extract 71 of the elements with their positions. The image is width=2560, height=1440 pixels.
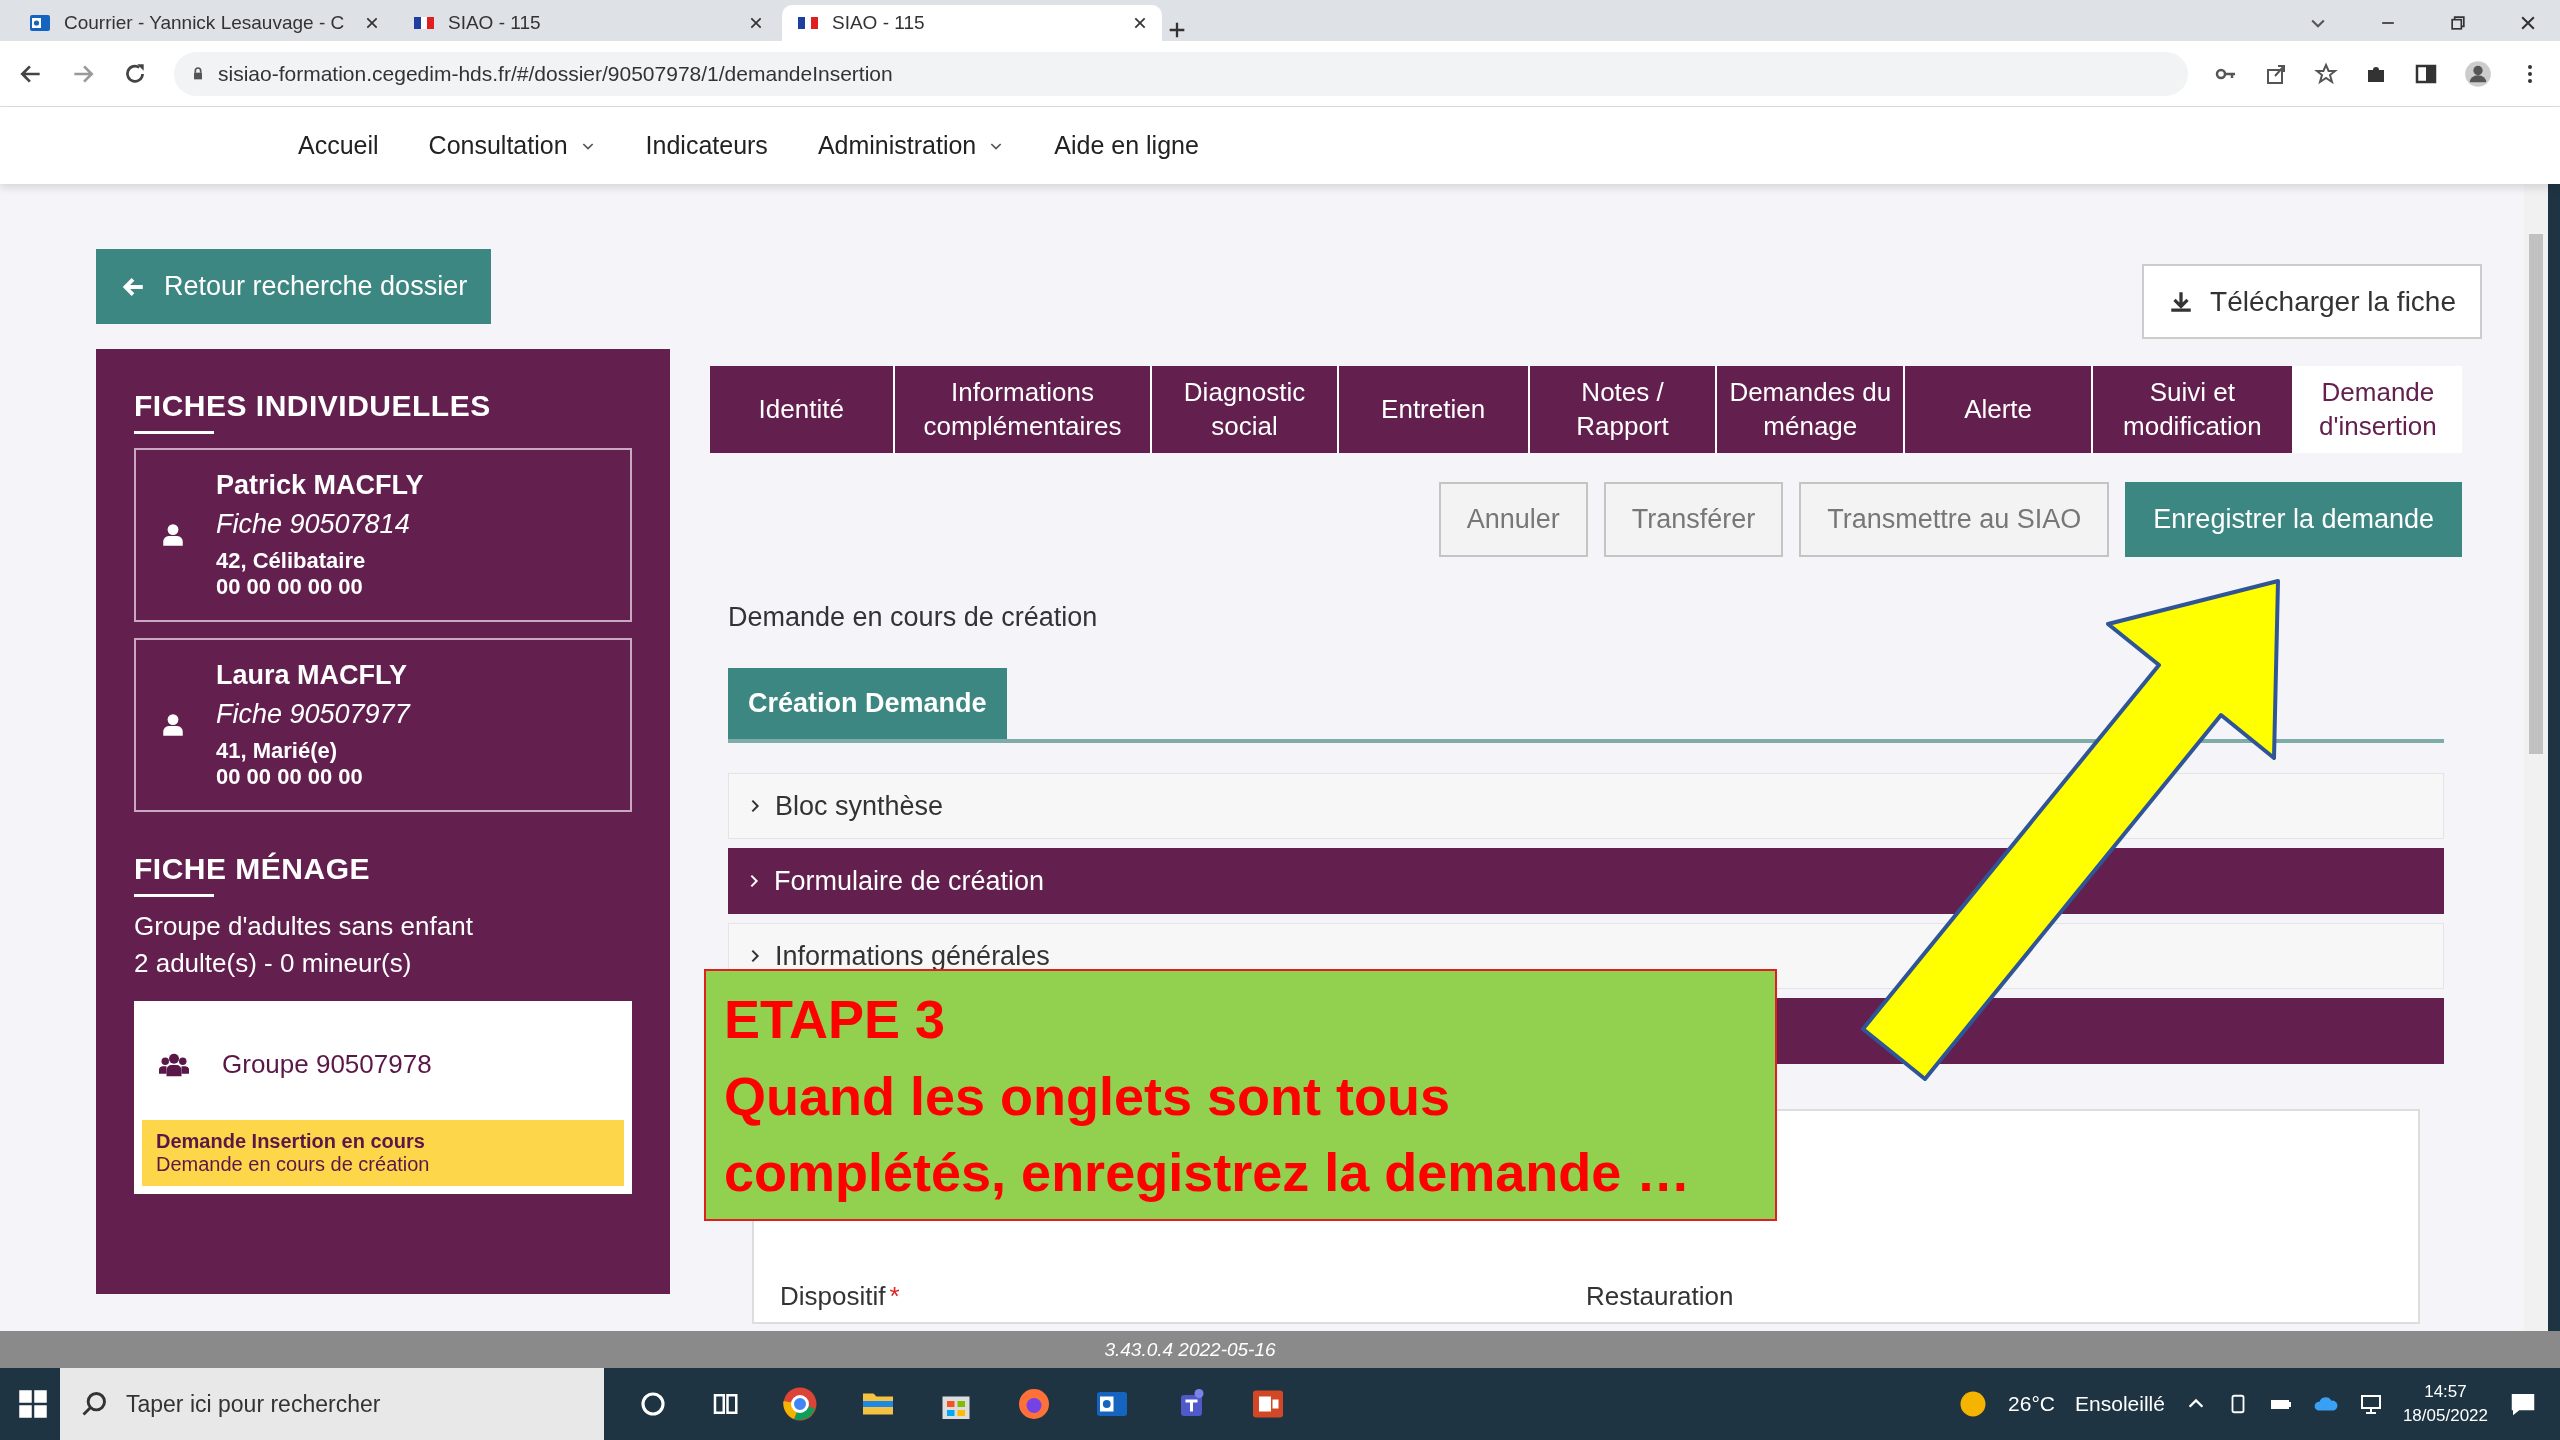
person-file: Fiche 90507814	[216, 509, 411, 540]
person-name: Patrick MACFLY	[216, 470, 424, 501]
version-text: 3.43.0.4 2022-05-16	[1104, 1338, 1276, 1361]
back-button[interactable]: Retour recherche dossier	[96, 249, 492, 324]
nav-link[interactable]: Accueil	[298, 131, 379, 160]
section-heading: FICHE MÉNAGE	[134, 852, 371, 886]
tab[interactable]: Alerte	[1905, 366, 2093, 453]
browser-tab[interactable]: Courrier - Yannick Lesauvage - C	[14, 5, 394, 41]
person-phone: 00 00 00 00 00	[216, 764, 364, 790]
scrollbar-thumb[interactable]	[2529, 234, 2543, 754]
accordion-header[interactable]: Bloc synthèse	[728, 773, 2444, 839]
tab[interactable]: Identité	[710, 366, 895, 453]
browser-tab[interactable]: SIAO - 115	[398, 5, 778, 41]
taskbar-search[interactable]: Taper ici pour rechercher	[60, 1368, 604, 1440]
tab[interactable]: Demandes du ménage	[1717, 366, 1906, 453]
person-details: 41, Marié(e)	[216, 738, 339, 764]
action-button[interactable]: Transmettre au SIAO	[1799, 482, 2110, 557]
person-file: Fiche 90507977	[216, 699, 410, 730]
nav-link[interactable]: Administration	[817, 131, 1005, 160]
group-label: Groupe 90507978	[222, 1049, 432, 1080]
group-card[interactable]: Groupe 90507978 Demande Insertion en cours Demande en cours de création	[134, 1001, 632, 1194]
accordion-header[interactable]: Formulaire de création	[728, 848, 2444, 914]
annotation-text: Quand les onglets sont tous	[724, 1064, 1452, 1128]
scrollbar[interactable]	[2524, 184, 2548, 1331]
status-text: Demande en cours de création	[728, 602, 1099, 633]
status-detail: Demande en cours de création	[156, 1153, 431, 1176]
field-label: Restauration	[1586, 1281, 1735, 1312]
section-tab[interactable]: Création Demande	[728, 668, 1007, 739]
save-button[interactable]: Enregistrer la demande	[2125, 482, 2462, 557]
close-icon[interactable]	[364, 15, 380, 31]
circle-icon[interactable]	[638, 1389, 668, 1419]
tab[interactable]: Notes / Rapport	[1529, 366, 1718, 453]
address-bar[interactable]: sisiao-formation.cegedim-hds.fr/#/dossier/90507978/1/demandeInsertion	[174, 51, 2188, 96]
tab[interactable]: Informations complémentaires	[894, 366, 1153, 453]
person-card[interactable]: Laura MACFLY Fiche 90507977 41, Marié(e) 00 00 00 00 00	[134, 638, 632, 812]
tab[interactable]: Entretien	[1338, 366, 1530, 453]
household-info: Groupe d'adultes sans enfant	[134, 911, 474, 942]
browser-tab[interactable]: SIAO - 115	[782, 5, 1162, 41]
search-icon	[80, 1390, 108, 1418]
profile-icon[interactable]	[2464, 59, 2492, 88]
url-text: sisiao-formation.cegedim-hds.fr/#/dossier/90507978/1/demandeInsertion	[218, 61, 893, 86]
browser-icon[interactable]	[782, 1386, 818, 1422]
person-name: Laura MACFLY	[216, 660, 409, 691]
action-button[interactable]: Annuler	[1438, 482, 1588, 557]
star-icon[interactable]	[2314, 61, 2338, 86]
person-phone: 00 00 00 00 00	[216, 574, 364, 600]
clock-date: 18/05/2022	[2402, 1405, 2488, 1427]
status-title: Demande Insertion en cours	[156, 1130, 426, 1153]
tab[interactable]: Demande d'insertion	[2293, 366, 2462, 453]
person-details: 42, Célibataire	[216, 548, 367, 574]
windows-start-icon[interactable]	[18, 1389, 48, 1419]
household-info: 2 adulte(s) - 0 mineur(s)	[134, 948, 413, 979]
close-icon[interactable]	[748, 15, 764, 31]
close-icon[interactable]	[1132, 15, 1148, 31]
annotation-text: complétés, enregistrez la demande …	[724, 1141, 1692, 1205]
person-card[interactable]: Patrick MACFLY Fiche 90507814 42, Célibataire 00 00 00 00 00	[134, 448, 632, 622]
nav-link[interactable]: Consultation	[428, 131, 596, 160]
section-heading: FICHES INDIVIDUELLES	[134, 389, 492, 423]
network-icon[interactable]	[2358, 1392, 2383, 1416]
weather-text: Ensoleillé	[2075, 1392, 2165, 1416]
action-button[interactable]: Transférer	[1603, 482, 1784, 557]
tab[interactable]: Suivi et modification	[2093, 366, 2294, 453]
nav-link[interactable]: Aide en ligne	[1054, 131, 1199, 160]
annotation-title: ETAPE 3	[724, 988, 947, 1051]
field-label: Dispositif*	[780, 1281, 901, 1312]
tab[interactable]: Diagnostic social	[1152, 366, 1339, 453]
clock-time: 14:57	[2423, 1381, 2468, 1404]
temperature: 26°C	[2008, 1392, 2055, 1416]
restore-icon[interactable]	[2448, 13, 2468, 33]
nav-link[interactable]: Indicateurs	[645, 131, 768, 160]
download-button[interactable]: Télécharger la fiche	[2142, 264, 2482, 339]
